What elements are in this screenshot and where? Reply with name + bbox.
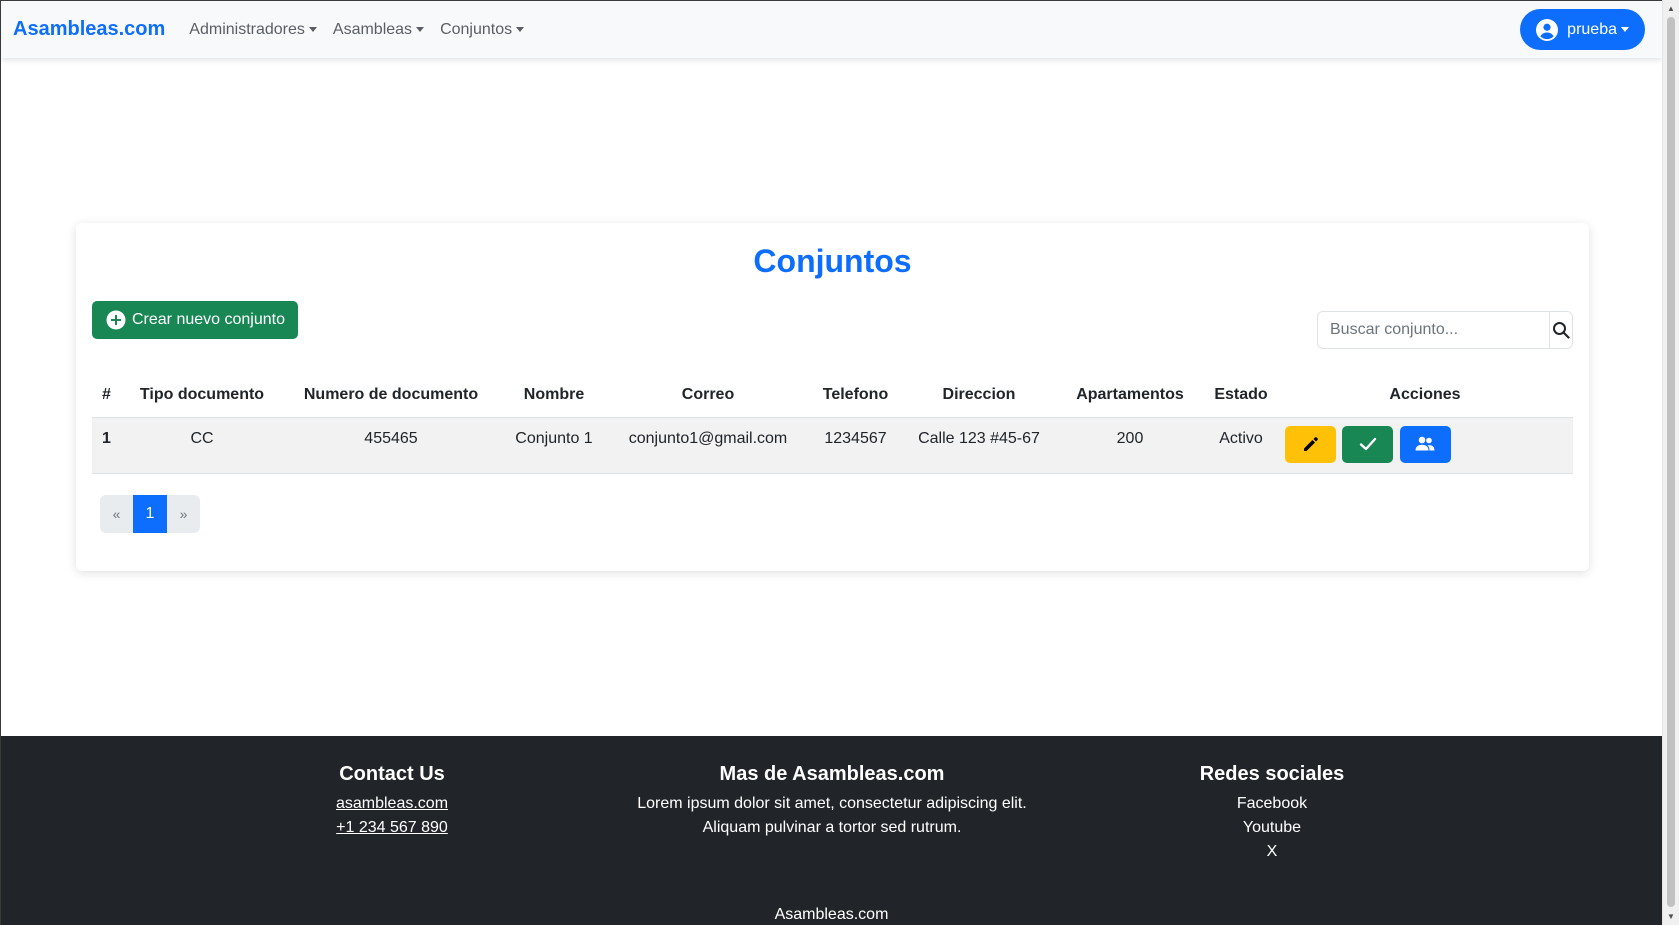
user-circle-icon — [1536, 18, 1559, 41]
table-header: Direccion — [903, 373, 1055, 418]
table-header: Tipo documento — [122, 373, 282, 418]
search-group — [1317, 311, 1573, 349]
social-link-facebook[interactable]: Facebook — [1172, 792, 1372, 816]
cell-num: 1 — [92, 417, 122, 474]
pagination-page-1[interactable]: 1 — [133, 495, 167, 533]
table-header: Correo — [608, 373, 808, 418]
pagination-prev[interactable]: « — [100, 495, 133, 533]
users-button[interactable] — [1399, 425, 1451, 463]
footer-contact: Contact Us asambleas.com +1 234 567 890 — [292, 762, 492, 840]
footer-redes: Redes sociales Facebook Youtube X — [1172, 762, 1372, 864]
create-button-label: Crear nuevo conjunto — [132, 311, 285, 328]
create-conjunto-button[interactable]: Crear nuevo conjunto — [92, 301, 298, 339]
pencil-icon — [1303, 437, 1318, 451]
brand-logo[interactable]: Asambleas.com — [13, 18, 165, 41]
page-viewport: Asambleas.com Administradores Asambleas … — [1, 1, 1662, 925]
contact-website-link[interactable]: asambleas.com — [292, 792, 492, 816]
scroll-down-icon[interactable]: ▼ — [1663, 908, 1679, 925]
table-header: Telefono — [808, 373, 903, 418]
search-button[interactable] — [1549, 312, 1572, 348]
conjuntos-card: Conjuntos Crear nuevo conjunto # — [76, 223, 1589, 571]
table-header: # — [92, 373, 122, 418]
cell-estado: Activo — [1205, 417, 1277, 474]
conjuntos-table: # Tipo documento Numero de documento Nom… — [92, 373, 1573, 474]
footer-mas: Mas de Asambleas.com Lorem ipsum dolor s… — [562, 762, 1102, 840]
cell-apartamentos: 200 — [1055, 417, 1205, 474]
social-link-youtube[interactable]: Youtube — [1172, 816, 1372, 840]
table-header: Estado — [1205, 373, 1277, 418]
vertical-scrollbar[interactable]: ▲ ▼ — [1662, 0, 1679, 925]
user-menu-button[interactable]: prueba — [1520, 9, 1645, 50]
table-header: Nombre — [500, 373, 608, 418]
nav-menu-administradores[interactable]: Administradores — [189, 21, 317, 39]
footer-text: Lorem ipsum dolor sit amet, consectetur … — [637, 795, 1027, 812]
footer-heading: Contact Us — [339, 763, 445, 785]
cell-tipo-documento: CC — [122, 417, 282, 474]
page-title: Conjuntos — [753, 243, 912, 279]
check-icon — [1359, 437, 1377, 451]
footer-heading: Mas de Asambleas.com — [719, 763, 945, 785]
cell-nombre: Conjunto 1 — [500, 417, 608, 474]
table-header: Acciones — [1277, 373, 1573, 418]
nav-menu-label: Administradores — [189, 20, 305, 38]
cell-acciones — [1277, 417, 1573, 474]
table-row: 1 CC 455465 Conjunto 1 conjunto1@gmail.c… — [92, 417, 1573, 474]
users-icon — [1415, 436, 1435, 451]
cell-direccion: Calle 123 #45-67 — [903, 417, 1055, 474]
table-header: Numero de documento — [282, 373, 500, 418]
scrollbar-thumb[interactable] — [1667, 17, 1675, 907]
caret-down-icon — [308, 27, 317, 32]
nav-menu-conjuntos[interactable]: Conjuntos — [440, 20, 525, 39]
nav-menu-label: Asambleas — [332, 20, 413, 38]
cell-correo: conjunto1@gmail.com — [608, 417, 808, 474]
contact-phone-link[interactable]: +1 234 567 890 — [292, 816, 492, 840]
table-header-row: # Tipo documento Numero de documento Nom… — [92, 373, 1573, 418]
caret-down-icon — [1621, 27, 1629, 32]
social-link-x[interactable]: X — [1172, 840, 1372, 864]
cell-numero-documento: 455465 — [282, 417, 500, 474]
footer-heading: Redes sociales — [1199, 763, 1345, 785]
caret-down-icon — [416, 27, 425, 32]
user-name: prueba — [1567, 20, 1617, 38]
nav-menu-label: Conjuntos — [440, 20, 513, 38]
scroll-up-icon[interactable]: ▲ — [1663, 0, 1679, 17]
pagination-next[interactable]: » — [167, 495, 200, 533]
search-input[interactable] — [1318, 312, 1549, 348]
nav-menu-asambleas[interactable]: Asambleas — [332, 20, 425, 39]
pagination: « 1 » — [100, 495, 200, 533]
site-footer: Contact Us asambleas.com +1 234 567 890 … — [1, 736, 1662, 925]
footer-text: Aliquam pulvinar a tortor sed rutrum. — [702, 819, 962, 836]
plus-circle-icon — [106, 310, 126, 330]
edit-button[interactable] — [1285, 425, 1336, 463]
top-navbar: Asambleas.com Administradores Asambleas … — [1, 1, 1662, 58]
activate-button[interactable] — [1342, 425, 1394, 463]
caret-down-icon — [516, 27, 525, 32]
footer-copyright: Asambleas.com — [774, 906, 889, 923]
cell-telefono: 1234567 — [808, 417, 903, 474]
search-icon — [1553, 322, 1570, 339]
table-header: Apartamentos — [1055, 373, 1205, 418]
